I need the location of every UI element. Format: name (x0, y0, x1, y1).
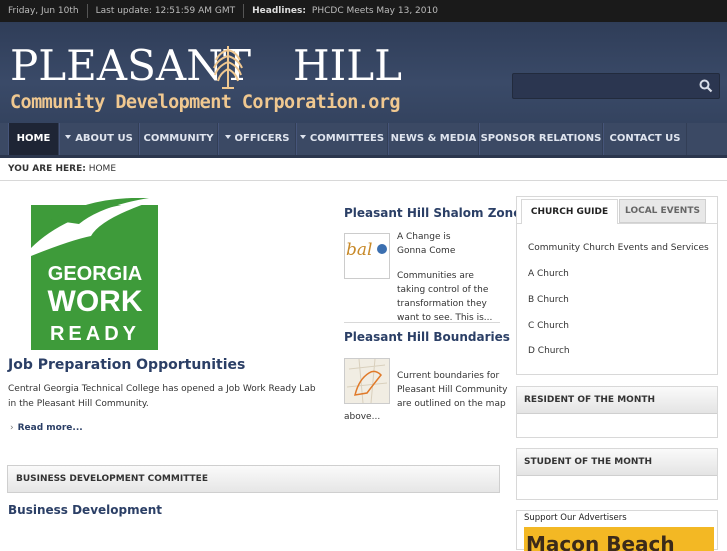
search-icon[interactable] (699, 79, 713, 93)
church-item-d[interactable]: D Church (528, 346, 570, 356)
student-of-the-month-header: STUDENT OF THE MONTH (517, 449, 717, 476)
tab-church-guide[interactable]: CHURCH GUIDE (521, 199, 618, 224)
boundaries-teaser-line4: above... (344, 412, 381, 422)
resident-of-the-month-panel: RESIDENT OF THE MONTH (516, 386, 718, 438)
church-item-a[interactable]: A Church (528, 269, 569, 279)
committee-header: BUSINESS DEVELOPMENT COMMITTEE (7, 465, 500, 493)
church-item-community-events[interactable]: Community Church Events and Services (528, 243, 709, 253)
chevron-down-icon (224, 135, 231, 139)
nav-committees[interactable]: COMMITTEES (296, 123, 388, 155)
headlines-label: Headlines: (252, 6, 306, 16)
nav-sponsor-relations[interactable]: SPONSOR RELATIONS (479, 123, 603, 155)
headlines: Headlines: PHCDC Meets May 13, 2010 (244, 4, 446, 18)
divider (344, 322, 500, 323)
advertisers-label: Support Our Advertisers (524, 513, 627, 523)
nav-community[interactable]: COMMUNITY (139, 123, 218, 155)
shalom-thumbnail[interactable]: bal (344, 233, 390, 279)
boundaries-teaser-line1: Current boundaries for (397, 371, 500, 381)
church-item-b[interactable]: B Church (528, 295, 569, 305)
shalom-teaser: A Change is Gonna Come (397, 232, 456, 256)
shalom-body: Communities are taking control of the tr… (397, 271, 493, 323)
chevron-down-icon (299, 135, 306, 139)
nav-officers[interactable]: OFFICERS (218, 123, 296, 155)
svg-text:WORK: WORK (48, 285, 143, 318)
boundaries-title[interactable]: Pleasant Hill Boundaries (344, 330, 510, 344)
current-date: Friday, Jun 10th (0, 4, 88, 18)
advertisers-panel: Support Our Advertisers Macon Beach (516, 510, 718, 551)
feature-title[interactable]: Job Preparation Opportunities (8, 357, 245, 373)
boundaries-map-thumbnail[interactable] (344, 358, 390, 404)
nav-about-us[interactable]: ABOUT US (59, 123, 139, 155)
top-info-bar: Friday, Jun 10th Last update: 12:51:59 A… (0, 0, 727, 22)
georgia-work-ready-logo[interactable]: GEORGIA WORK READY (31, 198, 161, 350)
site-logo[interactable]: PLEASANT HILL Community Development Corpo… (10, 42, 402, 122)
nav-home[interactable]: HOME (8, 123, 59, 155)
boundaries-teaser-line3: are outlined on the map (397, 399, 506, 409)
breadcrumb-label: YOU ARE HERE: (8, 164, 86, 174)
chevron-down-icon (65, 135, 72, 139)
logo-title: PLEASANT HILL (10, 41, 403, 90)
advertiser-banner[interactable]: Macon Beach (524, 527, 714, 551)
church-guide-panel: LOCAL EVENTS CHURCH GUIDE Community Chur… (516, 196, 718, 375)
read-more-link[interactable]: › Read more... (10, 423, 83, 433)
shalom-zone-title[interactable]: Pleasant Hill Shalom Zone (344, 206, 521, 220)
breadcrumb: YOU ARE HERE: HOME (8, 164, 116, 174)
logo-subtitle: Community Development Corporation.org (10, 92, 401, 113)
tree-logo-icon (213, 46, 243, 89)
nav-news-media[interactable]: NEWS & MEDIA (388, 123, 479, 155)
main-nav: HOME ABOUT US COMMUNITY OFFICERS COMMITT… (0, 123, 727, 158)
last-update: Last update: 12:51:59 AM GMT (88, 4, 245, 18)
svg-text:READY: READY (50, 323, 140, 345)
business-development-title[interactable]: Business Development (8, 503, 162, 517)
tab-local-events[interactable]: LOCAL EVENTS (619, 199, 706, 223)
site-header: PLEASANT HILL Community Development Corpo… (0, 22, 727, 123)
svg-text:GEORGIA: GEORGIA (48, 263, 142, 285)
headline-link[interactable]: PHCDC Meets May 13, 2010 (312, 6, 438, 16)
divider (0, 180, 727, 181)
arrow-right-icon: › (10, 423, 14, 433)
feature-body: Central Georgia Technical College has op… (8, 384, 316, 409)
student-of-the-month-panel: STUDENT OF THE MONTH (516, 448, 718, 500)
boundaries-teaser-line2: Pleasant Hill Community (397, 385, 508, 395)
breadcrumb-current: HOME (88, 164, 117, 174)
church-item-c[interactable]: C Church (528, 321, 569, 331)
search-input[interactable] (512, 73, 720, 99)
nav-contact-us[interactable]: CONTACT US (603, 123, 687, 155)
resident-of-the-month-header: RESIDENT OF THE MONTH (517, 387, 717, 414)
